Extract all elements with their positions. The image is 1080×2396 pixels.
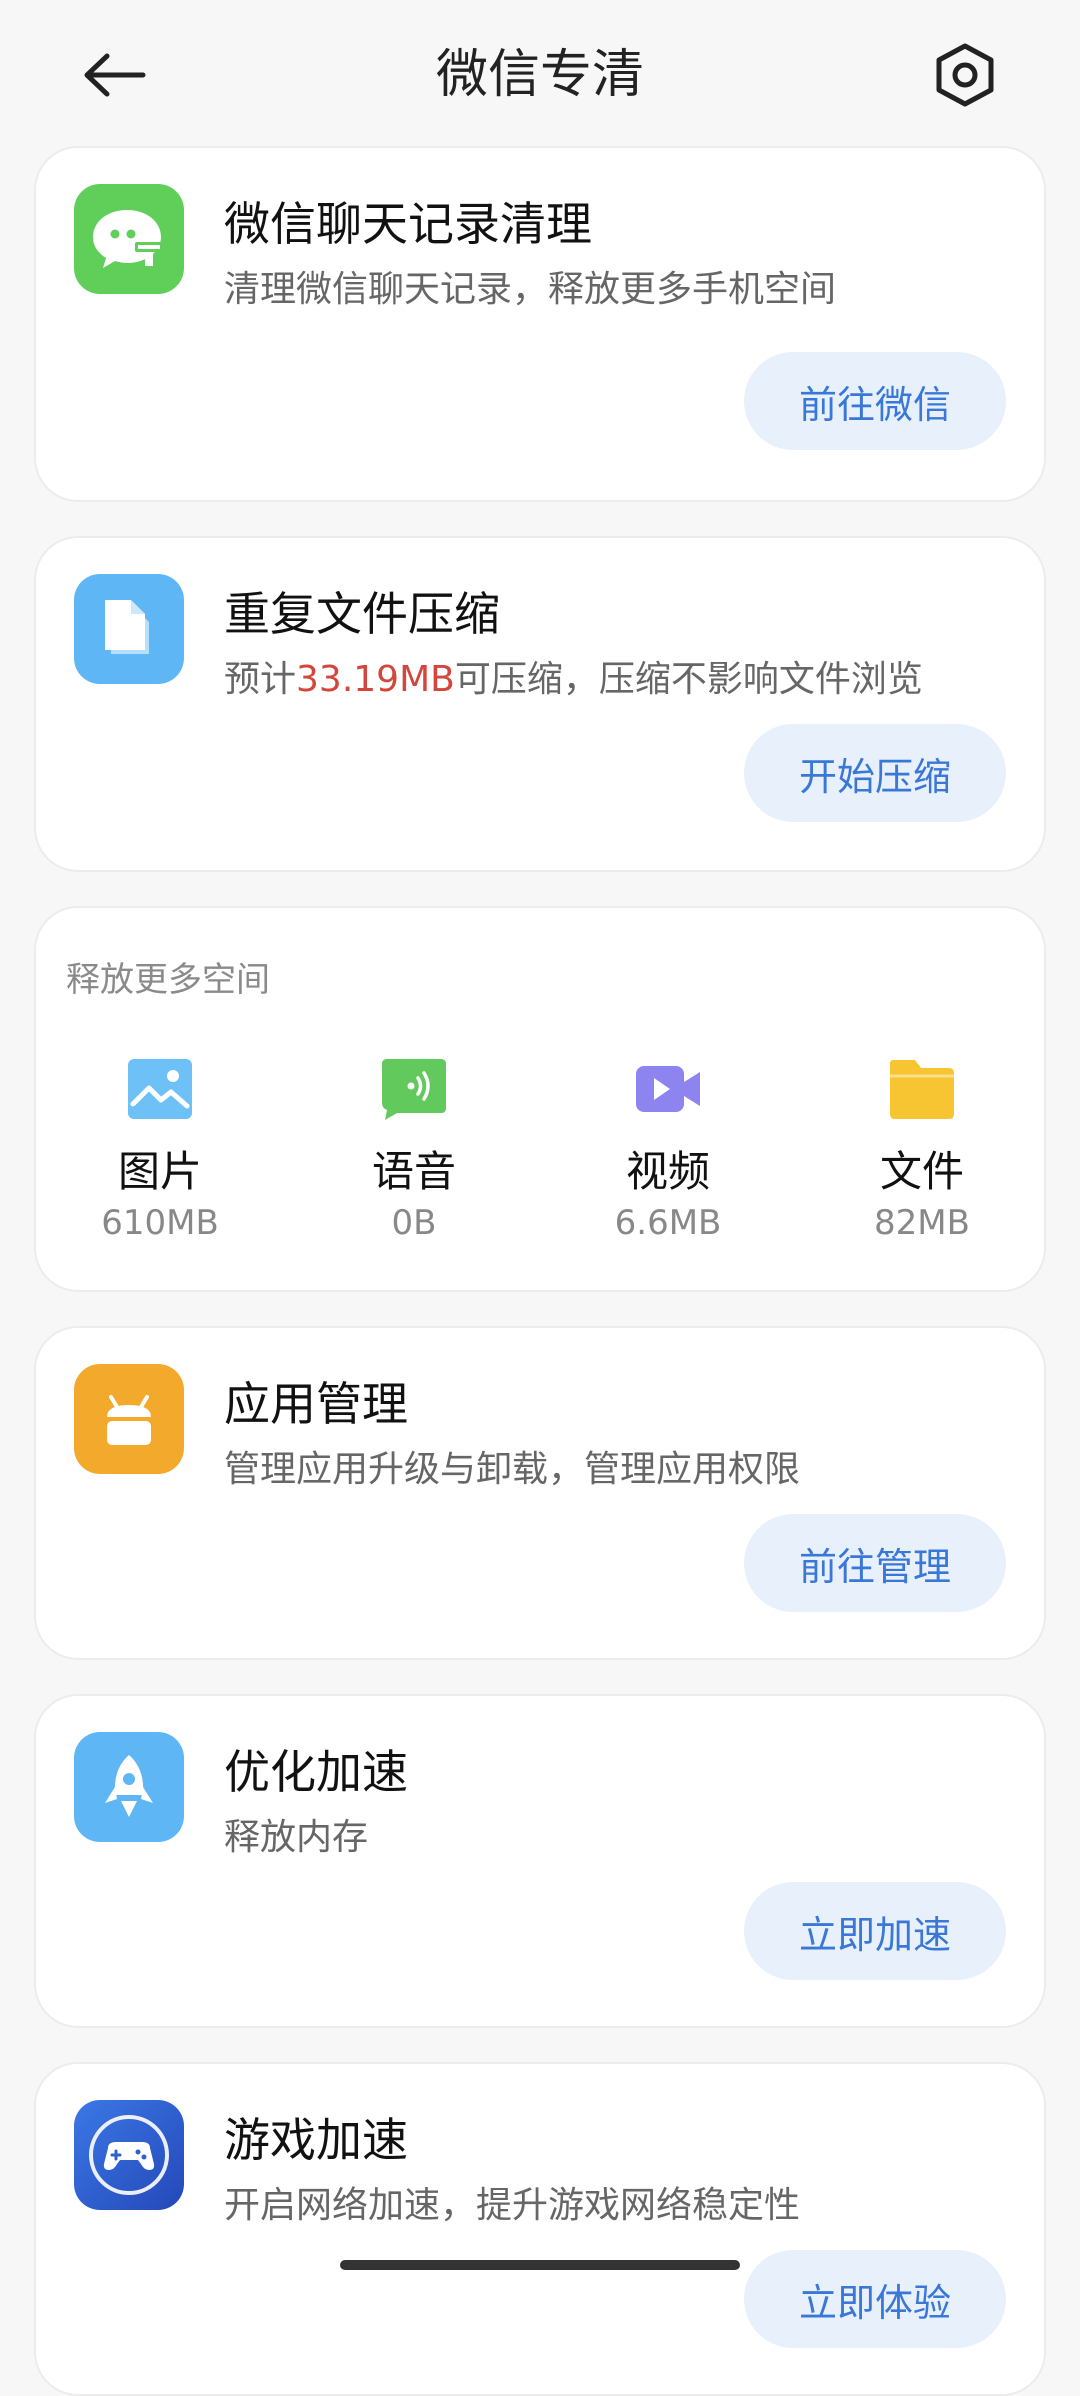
- card-subtitle: 预计33.19MB可压缩，压缩不影响文件浏览: [224, 650, 923, 702]
- android-app-icon: [74, 1364, 184, 1474]
- wechat-chat-icon: [74, 184, 184, 294]
- folder-icon: [890, 1060, 954, 1119]
- space-item-voice[interactable]: 语音 0B: [314, 1058, 514, 1243]
- goto-manage-button[interactable]: 前往管理: [744, 1514, 1006, 1612]
- space-item-label: 图片: [117, 1147, 202, 1196]
- subtitle-prefix: 预计: [224, 659, 297, 700]
- document-icon: [74, 574, 184, 684]
- space-item-label: 语音: [371, 1147, 456, 1196]
- rocket-icon: [74, 1732, 184, 1842]
- card-title: 游戏加速: [224, 2113, 408, 2167]
- space-item-size: 610MB: [101, 1203, 219, 1243]
- space-item-label: 视频: [625, 1147, 710, 1196]
- subtitle-suffix: 可压缩，压缩不影响文件浏览: [454, 659, 923, 700]
- card-subtitle: 开启网络加速，提升游戏网络稳定性: [224, 2185, 801, 2226]
- home-indicator[interactable]: [340, 2260, 740, 2270]
- space-item-size: 0B: [391, 1203, 437, 1243]
- compressible-size: 33.19MB: [296, 659, 455, 700]
- top-bar: 微信专清: [0, 0, 1080, 145]
- image-icon: [128, 1059, 192, 1119]
- card-subtitle: 管理应用升级与卸载，管理应用权限: [224, 1449, 801, 1490]
- voice-message-icon: [382, 1059, 446, 1120]
- app-manage-card: 应用管理 管理应用升级与卸载，管理应用权限 前往管理: [34, 1326, 1046, 1660]
- section-heading: 释放更多空间: [66, 960, 270, 1000]
- space-item-size: 6.6MB: [614, 1203, 722, 1243]
- space-item-files[interactable]: 文件 82MB: [822, 1058, 1022, 1243]
- gamepad-icon: [74, 2100, 184, 2210]
- wechat-cleanup-card: 微信聊天记录清理 清理微信聊天记录，释放更多手机空间 前往微信: [34, 146, 1046, 502]
- space-item-size: 82MB: [874, 1203, 970, 1243]
- video-icon: [636, 1066, 700, 1112]
- gear-hexagon-icon: [936, 43, 994, 107]
- speed-up-card: 优化加速 释放内存 立即加速: [34, 1694, 1046, 2028]
- card-title: 优化加速: [224, 1745, 408, 1799]
- goto-wechat-button[interactable]: 前往微信: [744, 352, 1006, 450]
- page-title: 微信专清: [435, 45, 644, 105]
- file-compress-card: 重复文件压缩 预计33.19MB可压缩，压缩不影响文件浏览 开始压缩: [34, 536, 1046, 872]
- space-item-video[interactable]: 视频 6.6MB: [568, 1058, 768, 1243]
- card-title: 应用管理: [224, 1377, 408, 1431]
- card-subtitle: 释放内存: [224, 1817, 369, 1858]
- card-title: 微信聊天记录清理: [224, 197, 592, 251]
- settings-button[interactable]: [920, 30, 1010, 120]
- speed-up-button[interactable]: 立即加速: [744, 1882, 1006, 1980]
- start-compress-button[interactable]: 开始压缩: [744, 724, 1006, 822]
- card-subtitle: 清理微信聊天记录，释放更多手机空间: [224, 269, 837, 310]
- free-space-card: 释放更多空间 图片 610MB 语音 0B 视频 6.6MB 文件 82MB: [34, 906, 1046, 1292]
- game-speed-card: 游戏加速 开启网络加速，提升游戏网络稳定性 立即体验: [34, 2062, 1046, 2396]
- space-item-images[interactable]: 图片 610MB: [60, 1058, 260, 1243]
- card-title: 重复文件压缩: [224, 587, 500, 641]
- space-item-label: 文件: [879, 1147, 964, 1196]
- try-now-button[interactable]: 立即体验: [744, 2250, 1006, 2348]
